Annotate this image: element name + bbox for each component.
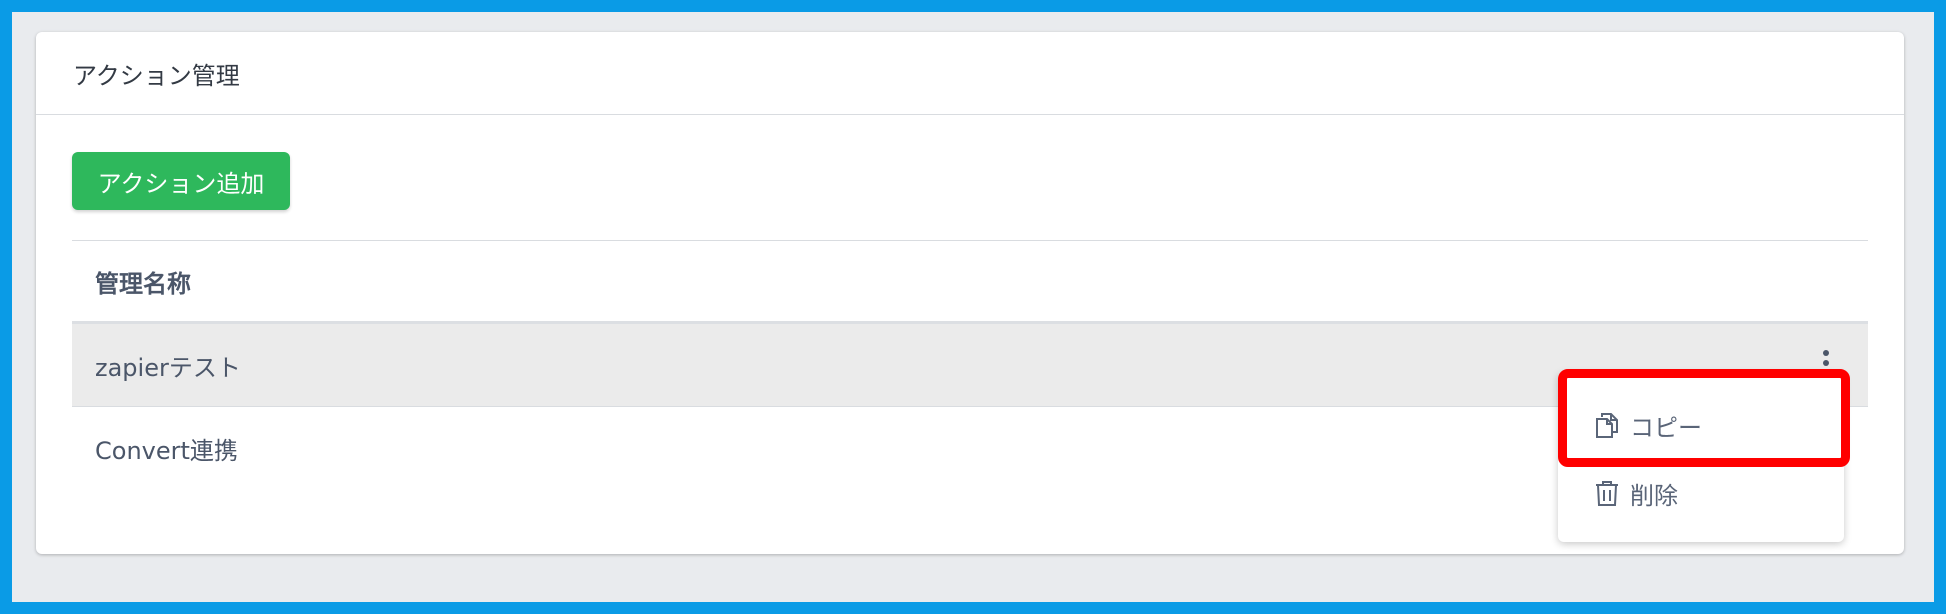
menu-item-delete[interactable]: 削除 bbox=[1558, 464, 1844, 522]
page-title: アクション管理 bbox=[73, 61, 240, 90]
menu-item-copy[interactable]: コピー bbox=[1558, 396, 1844, 454]
trash-icon bbox=[1596, 481, 1618, 506]
card-header: アクション管理 bbox=[36, 32, 1904, 115]
menu-item-label: 削除 bbox=[1630, 481, 1678, 510]
add-action-button[interactable]: アクション追加 bbox=[72, 152, 290, 210]
menu-item-label: コピー bbox=[1630, 413, 1702, 442]
column-header-name[interactable]: 管理名称 bbox=[95, 264, 191, 299]
table-header-row: 管理名称 bbox=[72, 241, 1868, 324]
copy-icon bbox=[1596, 413, 1618, 438]
row-context-menu: コピー 削除 bbox=[1558, 372, 1844, 542]
action-name-cell[interactable]: zapierテスト bbox=[95, 348, 241, 383]
action-name-cell[interactable]: Convert連携 bbox=[95, 431, 238, 466]
